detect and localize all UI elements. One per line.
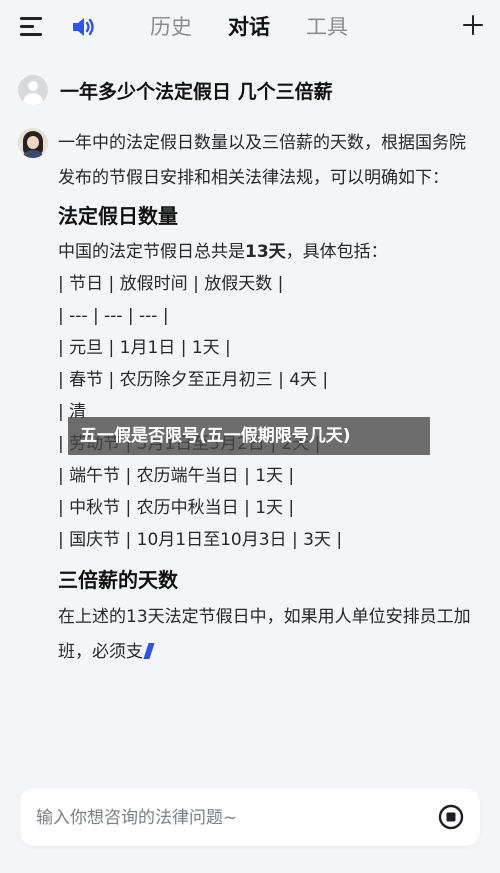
answer-intro: 一年中的法定假日数量以及三倍薪的天数，根据国务院发布的节假日安排和相关法律法规，… (58, 133, 466, 188)
tab-history[interactable]: 历史 (150, 10, 228, 44)
triple-pay-text: 在上述的13天法定节假日中，如果用人单位安排员工加班，必须支 (58, 607, 471, 662)
table-row: | 国庆节 | 10月1日至10月3日 | 3天 | (58, 530, 343, 550)
watermark-caption: 五一假是否限号(五一假期限号几天) (68, 417, 430, 455)
table-row: | 元旦 | 1月1日 | 1天 | (58, 338, 231, 358)
plus-icon[interactable] (462, 14, 484, 36)
assistant-avatar (18, 128, 48, 158)
table-row: | --- | --- | --- | (58, 306, 169, 326)
speaker-icon[interactable] (70, 14, 98, 40)
table-row: | 端午节 | 农历端午当日 | 1天 | (58, 466, 295, 486)
tab-chat[interactable]: 对话 (228, 10, 306, 44)
user-avatar (18, 75, 48, 105)
input-bar (20, 788, 480, 846)
section-title-triple-pay: 三倍薪的天数 (58, 568, 178, 592)
table-row: | 春节 | 农历除夕至正月初三 | 4天 | (58, 370, 329, 390)
assistant-message: 一年中的法定假日数量以及三倍薪的天数，根据国务院发布的节假日安排和相关法律法规，… (58, 126, 478, 670)
question-input[interactable] (34, 802, 428, 834)
holiday-summary: 中国的法定节假日总共是13天，具体包括： (58, 242, 388, 262)
typing-cursor-icon (143, 643, 155, 659)
top-bar: 历史 对话 工具 (0, 0, 500, 56)
section-title-holiday-count: 法定假日数量 (58, 204, 178, 228)
user-message: 一年多少个法定假日 几个三倍薪 (18, 75, 333, 105)
tab-tools[interactable]: 工具 (306, 10, 384, 44)
tab-bar: 历史 对话 工具 (150, 10, 384, 44)
menu-icon[interactable] (20, 15, 44, 37)
stop-icon[interactable] (438, 804, 464, 830)
table-row: | 中秋节 | 农历中秋当日 | 1天 | (58, 498, 295, 518)
user-question-text: 一年多少个法定假日 几个三倍薪 (60, 80, 333, 103)
table-row: | 节日 | 放假时间 | 放假天数 | (58, 274, 284, 294)
